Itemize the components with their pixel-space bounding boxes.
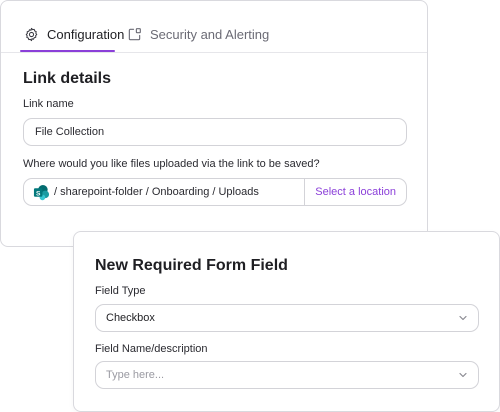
gear-icon bbox=[25, 27, 38, 42]
tab-security-alerting[interactable]: Security and Alerting bbox=[127, 27, 269, 42]
link-name-label: Link name bbox=[23, 98, 74, 110]
chevron-down-icon bbox=[459, 315, 467, 321]
field-type-value: Checkbox bbox=[106, 312, 155, 324]
field-name-label: Field Name/description bbox=[95, 343, 208, 355]
field-type-select[interactable]: Checkbox bbox=[95, 304, 479, 332]
select-location-button[interactable]: Select a location bbox=[305, 186, 406, 198]
link-details-heading: Link details bbox=[23, 70, 112, 87]
link-config-card: Configuration Security and Alerting Link… bbox=[0, 0, 428, 247]
field-name-placeholder: Type here... bbox=[106, 369, 165, 381]
tab-security-alerting-label: Security and Alerting bbox=[150, 27, 270, 42]
link-name-value: File Collection bbox=[35, 126, 105, 138]
location-path-field: S / sharepoint-folder / Onboarding / Upl… bbox=[24, 184, 304, 201]
form-field-heading: New Required Form Field bbox=[95, 257, 288, 274]
location-question-label: Where would you like files uploaded via … bbox=[23, 158, 320, 170]
chevron-down-icon bbox=[459, 372, 467, 378]
location-path: / sharepoint-folder / Onboarding / Uploa… bbox=[54, 186, 259, 198]
required-form-field-card: New Required Form Field Field Type Check… bbox=[73, 231, 500, 412]
sharepoint-icon: S bbox=[33, 184, 50, 200]
tab-bar: Configuration Security and Alerting bbox=[1, 1, 427, 53]
tab-configuration-label: Configuration bbox=[47, 27, 125, 42]
field-name-input[interactable]: Type here... bbox=[95, 361, 479, 389]
tab-configuration[interactable]: Configuration bbox=[24, 27, 124, 42]
location-picker[interactable]: S / sharepoint-folder / Onboarding / Upl… bbox=[23, 178, 407, 206]
svg-text:S: S bbox=[36, 190, 41, 197]
field-type-label: Field Type bbox=[95, 285, 146, 297]
link-name-input[interactable]: File Collection bbox=[23, 118, 407, 146]
active-tab-indicator bbox=[20, 50, 115, 52]
external-link-icon bbox=[128, 28, 141, 41]
